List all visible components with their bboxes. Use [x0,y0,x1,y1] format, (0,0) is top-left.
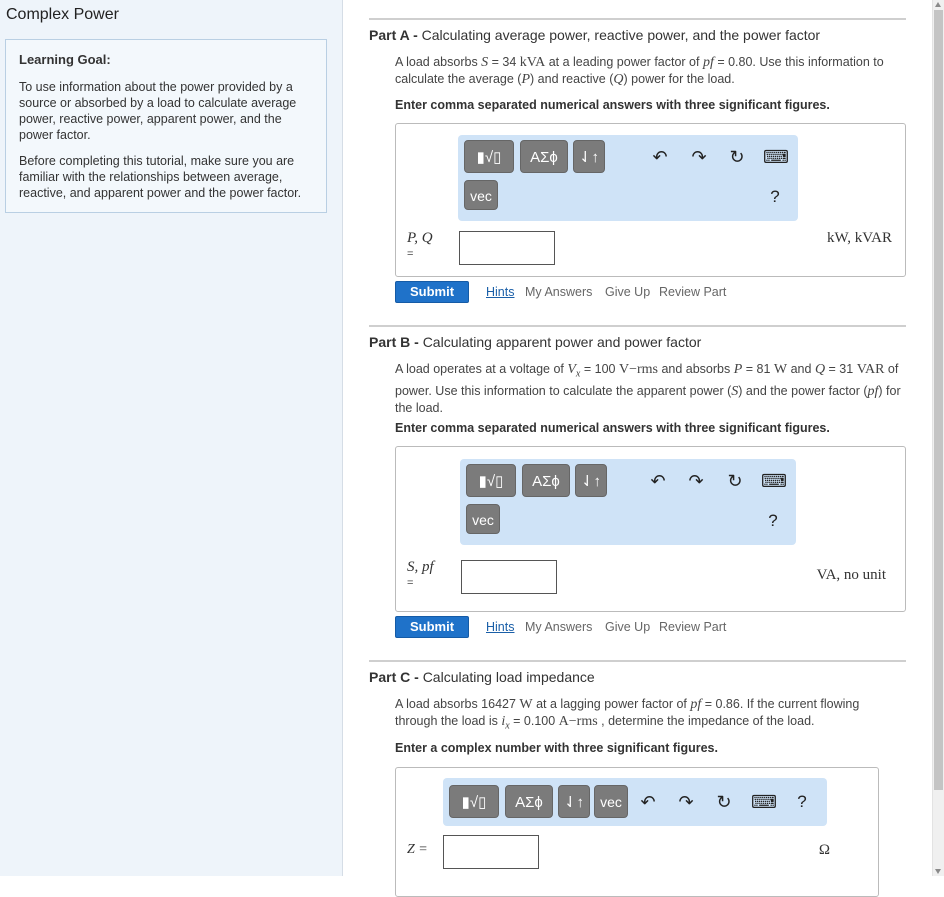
reset-icon[interactable]: ↻ [723,469,747,493]
vec-button[interactable]: vec [464,180,498,210]
hints-link[interactable]: Hints [486,620,514,634]
symbols-button[interactable]: ΑΣϕ [505,785,553,818]
equals-sign: = [407,248,414,260]
part-divider [369,18,906,20]
symbols-button[interactable]: ΑΣϕ [520,140,568,173]
templates-button[interactable]: ▮√▯ [449,785,499,818]
math-toolbar: ▮√▯ ΑΣϕ ⇃↑ vec ↶ ↷ ↻ ⌨ ? [443,778,827,826]
vertical-scrollbar[interactable] [932,0,944,876]
give-up-link[interactable]: Give Up [605,285,650,299]
part-b-description: A load operates at a voltage of Vx = 100… [395,362,901,415]
equals-sign: = [407,577,414,589]
part-b-heading: Part B - Calculating apparent power and … [369,334,701,350]
templates-button[interactable]: ▮√▯ [464,140,514,173]
part-a-answer-box: ▮√▯ ΑΣϕ ⇃↑ vec ↶ ↷ ↻ ⌨ ? P, Q = kW, kVAR [395,123,906,277]
part-c-title: Calculating load impedance [422,669,595,685]
page-title: Complex Power [6,6,119,23]
arrows-button[interactable]: ⇃↑ [573,140,605,173]
part-a-instructions: Enter comma separated numerical answers … [395,98,830,112]
part-c-instructions: Enter a complex number with three signif… [395,741,718,755]
learning-goal-text: To use information about the power provi… [19,80,297,142]
redo-icon[interactable]: ↷ [687,145,711,169]
part-c-label: Part C - [369,669,423,685]
part-a-description: A load absorbs S = 34 kVA at a leading p… [395,55,884,87]
part-b-instructions: Enter comma separated numerical answers … [395,421,830,435]
part-c-heading: Part C - Calculating load impedance [369,669,595,685]
learning-goal-prereq: Before completing this tutorial, make su… [19,154,302,200]
help-icon[interactable]: ? [763,185,787,209]
learning-goal-heading: Learning Goal: [19,52,111,67]
answer-label: Z = [407,842,428,857]
part-c-description: A load absorbs 16427 W at a lagging powe… [395,697,860,732]
redo-icon[interactable]: ↷ [684,469,708,493]
part-c-units: Ω [818,842,830,858]
part-b-answer-input[interactable] [461,560,557,594]
review-part-link[interactable]: Review Part [659,285,726,299]
scroll-down-arrow-icon[interactable] [935,869,941,874]
help-icon[interactable]: ? [790,790,814,814]
answer-label: S, pf [407,559,434,575]
symbols-button[interactable]: ΑΣϕ [522,464,570,497]
submit-button[interactable]: Submit [395,281,469,303]
hints-link[interactable]: Hints [486,285,514,299]
redo-icon[interactable]: ↷ [674,790,698,814]
my-answers-link[interactable]: My Answers [525,285,592,299]
part-a-title: Calculating average power, reactive powe… [421,27,821,43]
scroll-up-arrow-icon[interactable] [935,2,941,7]
help-icon[interactable]: ? [761,509,785,533]
templates-button[interactable]: ▮√▯ [466,464,516,497]
undo-icon[interactable]: ↶ [636,790,660,814]
reset-icon[interactable]: ↻ [725,145,749,169]
arrows-button[interactable]: ⇃↑ [558,785,590,818]
learning-goal-box: Learning Goal: To use information about … [5,39,327,213]
part-c-answer-input[interactable] [443,835,539,869]
part-b-units: VA, no unit [816,567,886,583]
left-panel: Complex Power Learning Goal: To use info… [0,0,343,876]
math-toolbar: ▮√▯ ΑΣϕ ⇃↑ vec ↶ ↷ ↻ ⌨ ? [458,135,798,221]
scrollbar-thumb[interactable] [934,10,943,790]
part-b-label: Part B - [369,334,423,350]
vec-button[interactable]: vec [594,785,628,818]
submit-button[interactable]: Submit [395,616,469,638]
my-answers-link[interactable]: My Answers [525,620,592,634]
part-a-answer-input[interactable] [459,231,555,265]
keyboard-icon[interactable]: ⌨ [751,790,777,814]
arrows-button[interactable]: ⇃↑ [575,464,607,497]
part-b-title: Calculating apparent power and power fac… [422,334,702,350]
part-divider [369,325,906,327]
math-toolbar: ▮√▯ ΑΣϕ ⇃↑ vec ↶ ↷ ↻ ⌨ ? [460,459,796,545]
part-b-answer-box: ▮√▯ ΑΣϕ ⇃↑ vec ↶ ↷ ↻ ⌨ ? S, pf = VA, no … [395,446,906,612]
undo-icon[interactable]: ↶ [646,469,670,493]
part-c-answer-box: ▮√▯ ΑΣϕ ⇃↑ vec ↶ ↷ ↻ ⌨ ? Z = Ω [395,767,879,897]
keyboard-icon[interactable]: ⌨ [761,469,787,493]
part-a-heading: Part A - Calculating average power, reac… [369,27,820,43]
part-a-label: Part A - [369,27,422,43]
review-part-link[interactable]: Review Part [659,620,726,634]
part-divider [369,660,906,662]
undo-icon[interactable]: ↶ [648,145,672,169]
answer-label: P, Q [407,230,433,246]
keyboard-icon[interactable]: ⌨ [763,145,789,169]
part-a-units: kW, kVAR [826,230,892,246]
reset-icon[interactable]: ↻ [712,790,736,814]
vec-button[interactable]: vec [466,504,500,534]
give-up-link[interactable]: Give Up [605,620,650,634]
